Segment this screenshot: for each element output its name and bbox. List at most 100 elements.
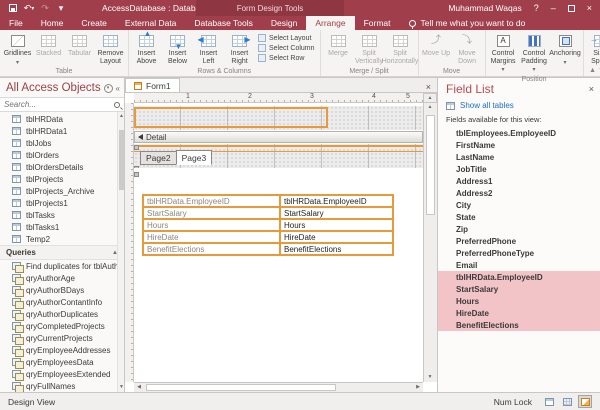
field-item[interactable]: Address2 (438, 187, 600, 199)
tab-create[interactable]: Create (72, 16, 116, 30)
nav-table-item[interactable]: tblOrders (0, 149, 124, 161)
field-item[interactable]: JobTitle (438, 163, 600, 175)
design-view-button[interactable] (578, 395, 592, 408)
nav-search-box[interactable] (0, 98, 124, 112)
field-textbox[interactable]: BenefitElections (279, 242, 394, 256)
collapse-ribbon-icon[interactable]: ▲ (589, 67, 596, 74)
close-document-icon[interactable]: × (420, 82, 437, 92)
control-margins-button[interactable]: A Control Margins ▾ (488, 31, 519, 75)
scroll-up-icon[interactable]: ▲ (118, 112, 124, 121)
user-name[interactable]: Muhammad Waqas (448, 3, 521, 13)
insert-left-button[interactable]: ◀ Insert Left (193, 31, 224, 65)
field-item[interactable]: PreferredPhone (438, 235, 600, 247)
tab-home[interactable]: Home (32, 16, 73, 30)
nav-query-item[interactable]: qryEmployeesData (0, 356, 124, 368)
field-item-highlighted[interactable]: tblHRData.EmployeeID (438, 271, 600, 283)
minimize-button[interactable]: – (551, 3, 556, 13)
field-item[interactable]: State (438, 211, 600, 223)
field-item[interactable]: tblEmployees.EmployeeID (438, 127, 600, 139)
field-item-highlighted[interactable]: StartSalary (438, 283, 600, 295)
search-input[interactable] (4, 100, 104, 109)
shutter-close-icon[interactable]: « (116, 84, 120, 93)
field-item[interactable]: Zip (438, 223, 600, 235)
field-label[interactable]: BenefitElections (142, 242, 281, 256)
layout-handle[interactable] (134, 145, 139, 150)
insert-below-button[interactable]: ▼ Insert Below (162, 31, 193, 65)
field-item[interactable]: PreferredPhoneType (438, 247, 600, 259)
nav-table-item[interactable]: tblTasks (0, 209, 124, 221)
nav-query-item[interactable]: qryAuthorAge (0, 272, 124, 284)
canvas-horizontal-scrollbar[interactable]: ◀ ▶ (134, 382, 423, 392)
scroll-up-icon[interactable]: ▲ (425, 103, 435, 112)
document-tab-form1[interactable]: Form1 (125, 78, 180, 92)
undo-icon[interactable]: ↶▾ (24, 3, 34, 13)
field-item-highlighted[interactable]: Hours (438, 295, 600, 307)
remove-layout-button[interactable]: Remove Layout (95, 31, 126, 65)
save-icon[interactable] (8, 3, 18, 13)
tab-design[interactable]: Design (262, 16, 306, 30)
nav-query-item[interactable]: qryAuthorDuplicates (0, 308, 124, 320)
insert-right-button[interactable]: ▶ Insert Right (224, 31, 255, 65)
field-item[interactable]: Address1 (438, 175, 600, 187)
tab-format[interactable]: Format (355, 16, 400, 30)
close-icon[interactable]: × (589, 84, 594, 94)
page3-tab[interactable]: Page3 (176, 150, 213, 165)
page2-tab[interactable]: Page2 (140, 151, 177, 165)
anchoring-button[interactable]: Anchoring ▾ (550, 31, 581, 67)
help-button[interactable]: ? (534, 3, 539, 13)
nav-table-item[interactable]: tblHRData (0, 113, 124, 125)
scroll-right-icon[interactable]: ▶ (413, 383, 423, 392)
nav-table-item[interactable]: tblJobs (0, 137, 124, 149)
nav-menu-icon[interactable]: ▾ (104, 84, 113, 93)
insert-above-button[interactable]: ▲ Insert Above (131, 31, 162, 65)
field-item[interactable]: City (438, 199, 600, 211)
nav-query-item[interactable]: qryFullNames (0, 380, 124, 392)
nav-table-item[interactable]: tblHRData1 (0, 125, 124, 137)
nav-query-item[interactable]: qryAuthorBDays (0, 284, 124, 296)
field-item[interactable]: LastName (438, 151, 600, 163)
nav-query-item[interactable]: qryEmployeesExtended (0, 368, 124, 380)
form-header-grid[interactable] (134, 106, 423, 130)
scroll-down-icon[interactable]: ▼ (425, 373, 435, 382)
canvas-vertical-scrollbar[interactable]: ▲ ▼ (423, 103, 437, 382)
form-view-button[interactable] (542, 395, 556, 408)
nav-query-item[interactable]: qryEmployeeAddresses (0, 344, 124, 356)
selected-header-layout[interactable] (134, 107, 328, 128)
nav-table-item[interactable]: tblTasks1 (0, 221, 124, 233)
datasheet-view-button[interactable] (560, 395, 574, 408)
nav-table-item[interactable]: tblProjects_Archive (0, 185, 124, 197)
nav-table-item[interactable]: Temp2 (0, 233, 124, 245)
tab-external-data[interactable]: External Data (116, 16, 186, 30)
show-all-tables-link[interactable]: Show all tables (438, 98, 600, 113)
select-row-button[interactable]: Select Row (258, 54, 315, 62)
maximize-button[interactable] (568, 5, 575, 12)
scroll-down-icon[interactable]: ▼ (118, 383, 124, 392)
tab-database-tools[interactable]: Database Tools (185, 16, 261, 30)
field-item[interactable]: Email (438, 259, 600, 271)
select-column-button[interactable]: Select Column (258, 44, 315, 52)
control-padding-button[interactable]: Control Padding ▾ (519, 31, 550, 75)
field-item-highlighted[interactable]: HireDate (438, 307, 600, 319)
tab-page-area[interactable]: tblHRData.EmployeeID tblHRData.EmployeeI… (134, 168, 423, 382)
nav-query-item[interactable]: qryCompletedProjects (0, 320, 124, 332)
layout-move-handle[interactable] (134, 172, 139, 177)
detail-section-bar[interactable]: Detail (134, 131, 423, 143)
nav-table-item[interactable]: tblProjects1 (0, 197, 124, 209)
scroll-up-icon[interactable]: ▲ (423, 93, 437, 103)
nav-query-item[interactable]: qryCurrentProjects (0, 332, 124, 344)
nav-query-item[interactable]: Find duplicates for tblAuthors (0, 260, 124, 272)
tab-file[interactable]: File (0, 16, 32, 30)
gridlines-button[interactable]: Gridlines ▾ (2, 31, 33, 67)
queries-section-header[interactable]: Queries ▲ (0, 245, 124, 260)
tell-me-box[interactable]: Tell me what you want to do (399, 16, 535, 30)
nav-table-item[interactable]: tblProjects (0, 173, 124, 185)
nav-scrollbar[interactable]: ▲ ▼ (117, 112, 124, 392)
close-button[interactable]: × (587, 3, 592, 13)
select-layout-button[interactable]: Select Layout (258, 34, 315, 42)
field-item[interactable]: FirstName (438, 139, 600, 151)
scroll-left-icon[interactable]: ◀ (134, 383, 144, 392)
customize-qat-icon[interactable]: ▾ (56, 3, 66, 13)
nav-query-item[interactable]: qryAuthorContantInfo (0, 296, 124, 308)
nav-table-item[interactable]: tblOrdersDetails (0, 161, 124, 173)
field-item-highlighted[interactable]: BenefitElections (438, 319, 600, 331)
